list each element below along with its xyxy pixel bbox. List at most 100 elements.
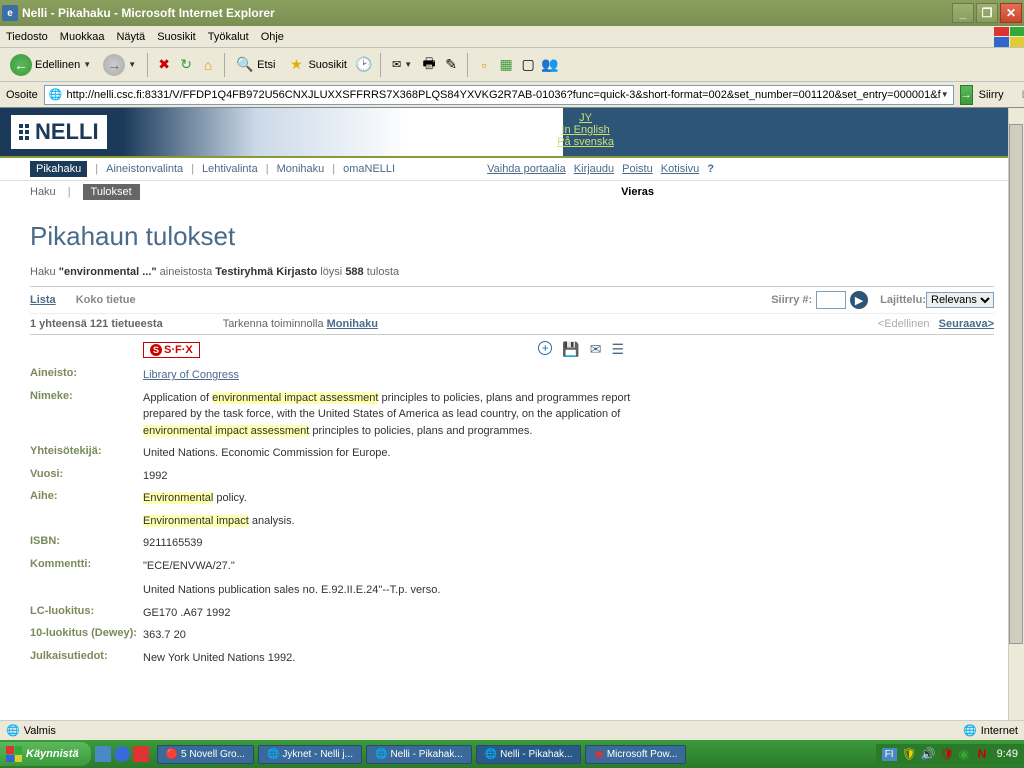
add-icon[interactable]: + bbox=[538, 341, 552, 355]
refresh-button[interactable]: ↻ bbox=[177, 56, 195, 74]
pager-row: 1 yhteensä 121 tietueesta Tarkenna toimi… bbox=[30, 314, 994, 335]
link-poistu[interactable]: Poistu bbox=[622, 163, 653, 175]
home-button[interactable]: ⌂ bbox=[199, 56, 217, 74]
link-monihaku[interactable]: Monihaku bbox=[327, 318, 378, 330]
label-julkaisutiedot: Julkaisutiedot: bbox=[30, 650, 143, 667]
stop-button[interactable]: ✖ bbox=[155, 56, 173, 74]
record-actions: SS·F·X + 💾 ✉ ☰ bbox=[30, 335, 994, 364]
tab-monihaku[interactable]: Monihaku bbox=[277, 163, 325, 175]
back-button[interactable]: ← Edellinen ▼ bbox=[6, 52, 95, 78]
sort-select[interactable]: Relevans bbox=[926, 292, 994, 308]
mail-button[interactable]: ✉▼ bbox=[388, 56, 416, 73]
label-vuosi: Vuosi: bbox=[30, 468, 143, 485]
tray-app-icon[interactable]: ◉ bbox=[959, 747, 973, 761]
task-novell[interactable]: 🔴5 Novell Gro... bbox=[157, 745, 254, 764]
menu-file[interactable]: Tiedosto bbox=[6, 31, 48, 43]
messenger-button[interactable]: 👥 bbox=[541, 56, 559, 74]
clock[interactable]: 9:49 bbox=[997, 748, 1018, 760]
close-button[interactable]: ✕ bbox=[1000, 3, 1022, 23]
tab-omanelli[interactable]: omaNELLI bbox=[343, 163, 395, 175]
ql-ie-icon[interactable] bbox=[114, 746, 130, 762]
link-kirjaudu[interactable]: Kirjaudu bbox=[574, 163, 614, 175]
label-kommentti: Kommentti: bbox=[30, 558, 143, 599]
list-icon[interactable]: ☰ bbox=[611, 341, 624, 358]
menu-favorites[interactable]: Suosikit bbox=[157, 31, 196, 43]
menubar: Tiedosto Muokkaa Näytä Suosikit Työkalut… bbox=[0, 26, 1024, 48]
forward-arrow-icon: → bbox=[103, 54, 125, 76]
tray-speaker-icon[interactable]: 🔊 bbox=[921, 747, 935, 761]
lang-jy[interactable]: JY bbox=[557, 112, 614, 124]
addressbar: Osoite 🌐 http://nelli.csc.fi:8331/V/FFDP… bbox=[0, 82, 1024, 108]
link-kotisivu[interactable]: Kotisivu bbox=[661, 163, 700, 175]
tab-pikahaku[interactable]: Pikahaku bbox=[30, 161, 87, 177]
go-label[interactable]: Siirry bbox=[979, 89, 1004, 101]
windows-flag-icon bbox=[994, 27, 1024, 47]
forward-button[interactable]: → ▼ bbox=[99, 52, 140, 78]
task-nelli-1[interactable]: 🌐Nelli - Pikahak... bbox=[366, 745, 472, 764]
label-koko-tietue: Koko tietue bbox=[76, 294, 136, 306]
globe-icon: 🌐 bbox=[963, 724, 977, 737]
search-button[interactable]: 🔍 Etsi bbox=[232, 54, 279, 76]
vertical-scrollbar[interactable] bbox=[1008, 108, 1024, 720]
goto-button[interactable]: ▶ bbox=[850, 291, 868, 309]
print-button[interactable]: 🖶 bbox=[420, 56, 438, 74]
task-jyknet[interactable]: 🌐Jyknet - Nelli j... bbox=[258, 745, 362, 764]
ie-icon: 🌐 bbox=[375, 749, 387, 760]
subtab-tulokset[interactable]: Tulokset bbox=[83, 184, 140, 200]
menu-help[interactable]: Ohje bbox=[261, 31, 284, 43]
tray-shield-icon-2[interactable]: 🛡 bbox=[940, 747, 954, 761]
goto-input[interactable] bbox=[816, 291, 846, 309]
tool-button-3[interactable]: ▢ bbox=[519, 56, 537, 74]
page-icon: 🌐 bbox=[6, 724, 20, 737]
link-lista[interactable]: Lista bbox=[30, 294, 56, 306]
tab-lehtivalinta[interactable]: Lehtivalinta bbox=[202, 163, 258, 175]
sfx-button[interactable]: SS·F·X bbox=[143, 342, 200, 358]
ql-desktop-icon[interactable] bbox=[95, 746, 111, 762]
email-icon[interactable]: ✉ bbox=[590, 341, 602, 358]
value-aineisto[interactable]: Library of Congress bbox=[143, 369, 239, 381]
tab-aineistonvalinta[interactable]: Aineistonvalinta bbox=[106, 163, 183, 175]
lang-english[interactable]: In English bbox=[557, 124, 614, 136]
tool-button-1[interactable]: ▫ bbox=[475, 56, 493, 74]
window-title: Nelli - Pikahaku - Microsoft Internet Ex… bbox=[22, 6, 952, 20]
lang-svenska[interactable]: På svenska bbox=[557, 136, 614, 148]
nelli-logo[interactable]: NELLI bbox=[10, 114, 108, 150]
subtab-haku[interactable]: Haku bbox=[30, 186, 56, 198]
statusbar: 🌐 Valmis 🌐 Internet bbox=[0, 720, 1024, 740]
label-yhteisotekija: Yhteisötekijä: bbox=[30, 445, 143, 462]
address-input[interactable]: 🌐 http://nelli.csc.fi:8331/V/FFDP1Q4FB97… bbox=[44, 85, 954, 105]
edit-button[interactable]: ✎ bbox=[442, 56, 460, 74]
menu-tools[interactable]: Työkalut bbox=[208, 31, 249, 43]
help-icon[interactable]: ? bbox=[707, 163, 714, 175]
favorites-button[interactable]: ★ Suosikit bbox=[283, 54, 351, 76]
menu-view[interactable]: Näytä bbox=[116, 31, 145, 43]
lang-indicator[interactable]: FI bbox=[882, 748, 897, 761]
save-icon[interactable]: 💾 bbox=[562, 341, 579, 358]
link-vaihda-portaalia[interactable]: Vaihda portaalia bbox=[487, 163, 566, 175]
prev-link: <Edellinen bbox=[878, 318, 930, 330]
content-area: NELLI JY In English På svenska Pikahaku … bbox=[0, 108, 1024, 720]
task-powerpoint[interactable]: ▣Microsoft Pow... bbox=[585, 745, 686, 764]
window-titlebar: e Nelli - Pikahaku - Microsoft Internet … bbox=[0, 0, 1024, 26]
next-link[interactable]: Seuraava> bbox=[939, 318, 994, 330]
guest-label: Vieras bbox=[621, 186, 654, 198]
tray-n-icon[interactable]: N bbox=[978, 747, 992, 761]
go-button[interactable]: → bbox=[960, 85, 973, 105]
ql-app-icon[interactable] bbox=[133, 746, 149, 762]
primary-nav: Pikahaku | Aineistonvalinta | Lehtivalin… bbox=[0, 158, 1024, 181]
record-fields: Aineisto: Library of Congress Nimeke: Ap… bbox=[30, 364, 994, 669]
task-nelli-2[interactable]: 🌐Nelli - Pikahak... bbox=[476, 745, 582, 764]
tray-shield-icon[interactable]: 🛡 bbox=[902, 747, 916, 761]
value-kommentti: "ECE/ENVWA/27." United Nations publicati… bbox=[143, 558, 440, 599]
system-tray: FI 🛡 🔊 🛡 ◉ N 9:49 bbox=[876, 744, 1024, 764]
toolbar: ← Edellinen ▼ → ▼ ✖ ↻ ⌂ 🔍 Etsi ★ Suosiki… bbox=[0, 48, 1024, 82]
search-icon: 🔍 bbox=[236, 56, 254, 74]
tool-button-2[interactable]: ▦ bbox=[497, 56, 515, 74]
value-lc: GE170 .A67 1992 bbox=[143, 605, 230, 622]
menu-edit[interactable]: Muokkaa bbox=[60, 31, 105, 43]
minimize-button[interactable]: _ bbox=[952, 3, 974, 23]
start-button[interactable]: Käynnistä bbox=[0, 742, 91, 766]
history-button[interactable]: 🕑 bbox=[355, 56, 373, 74]
chevron-down-icon[interactable]: ▼ bbox=[941, 90, 949, 99]
maximize-button[interactable]: ❐ bbox=[976, 3, 998, 23]
